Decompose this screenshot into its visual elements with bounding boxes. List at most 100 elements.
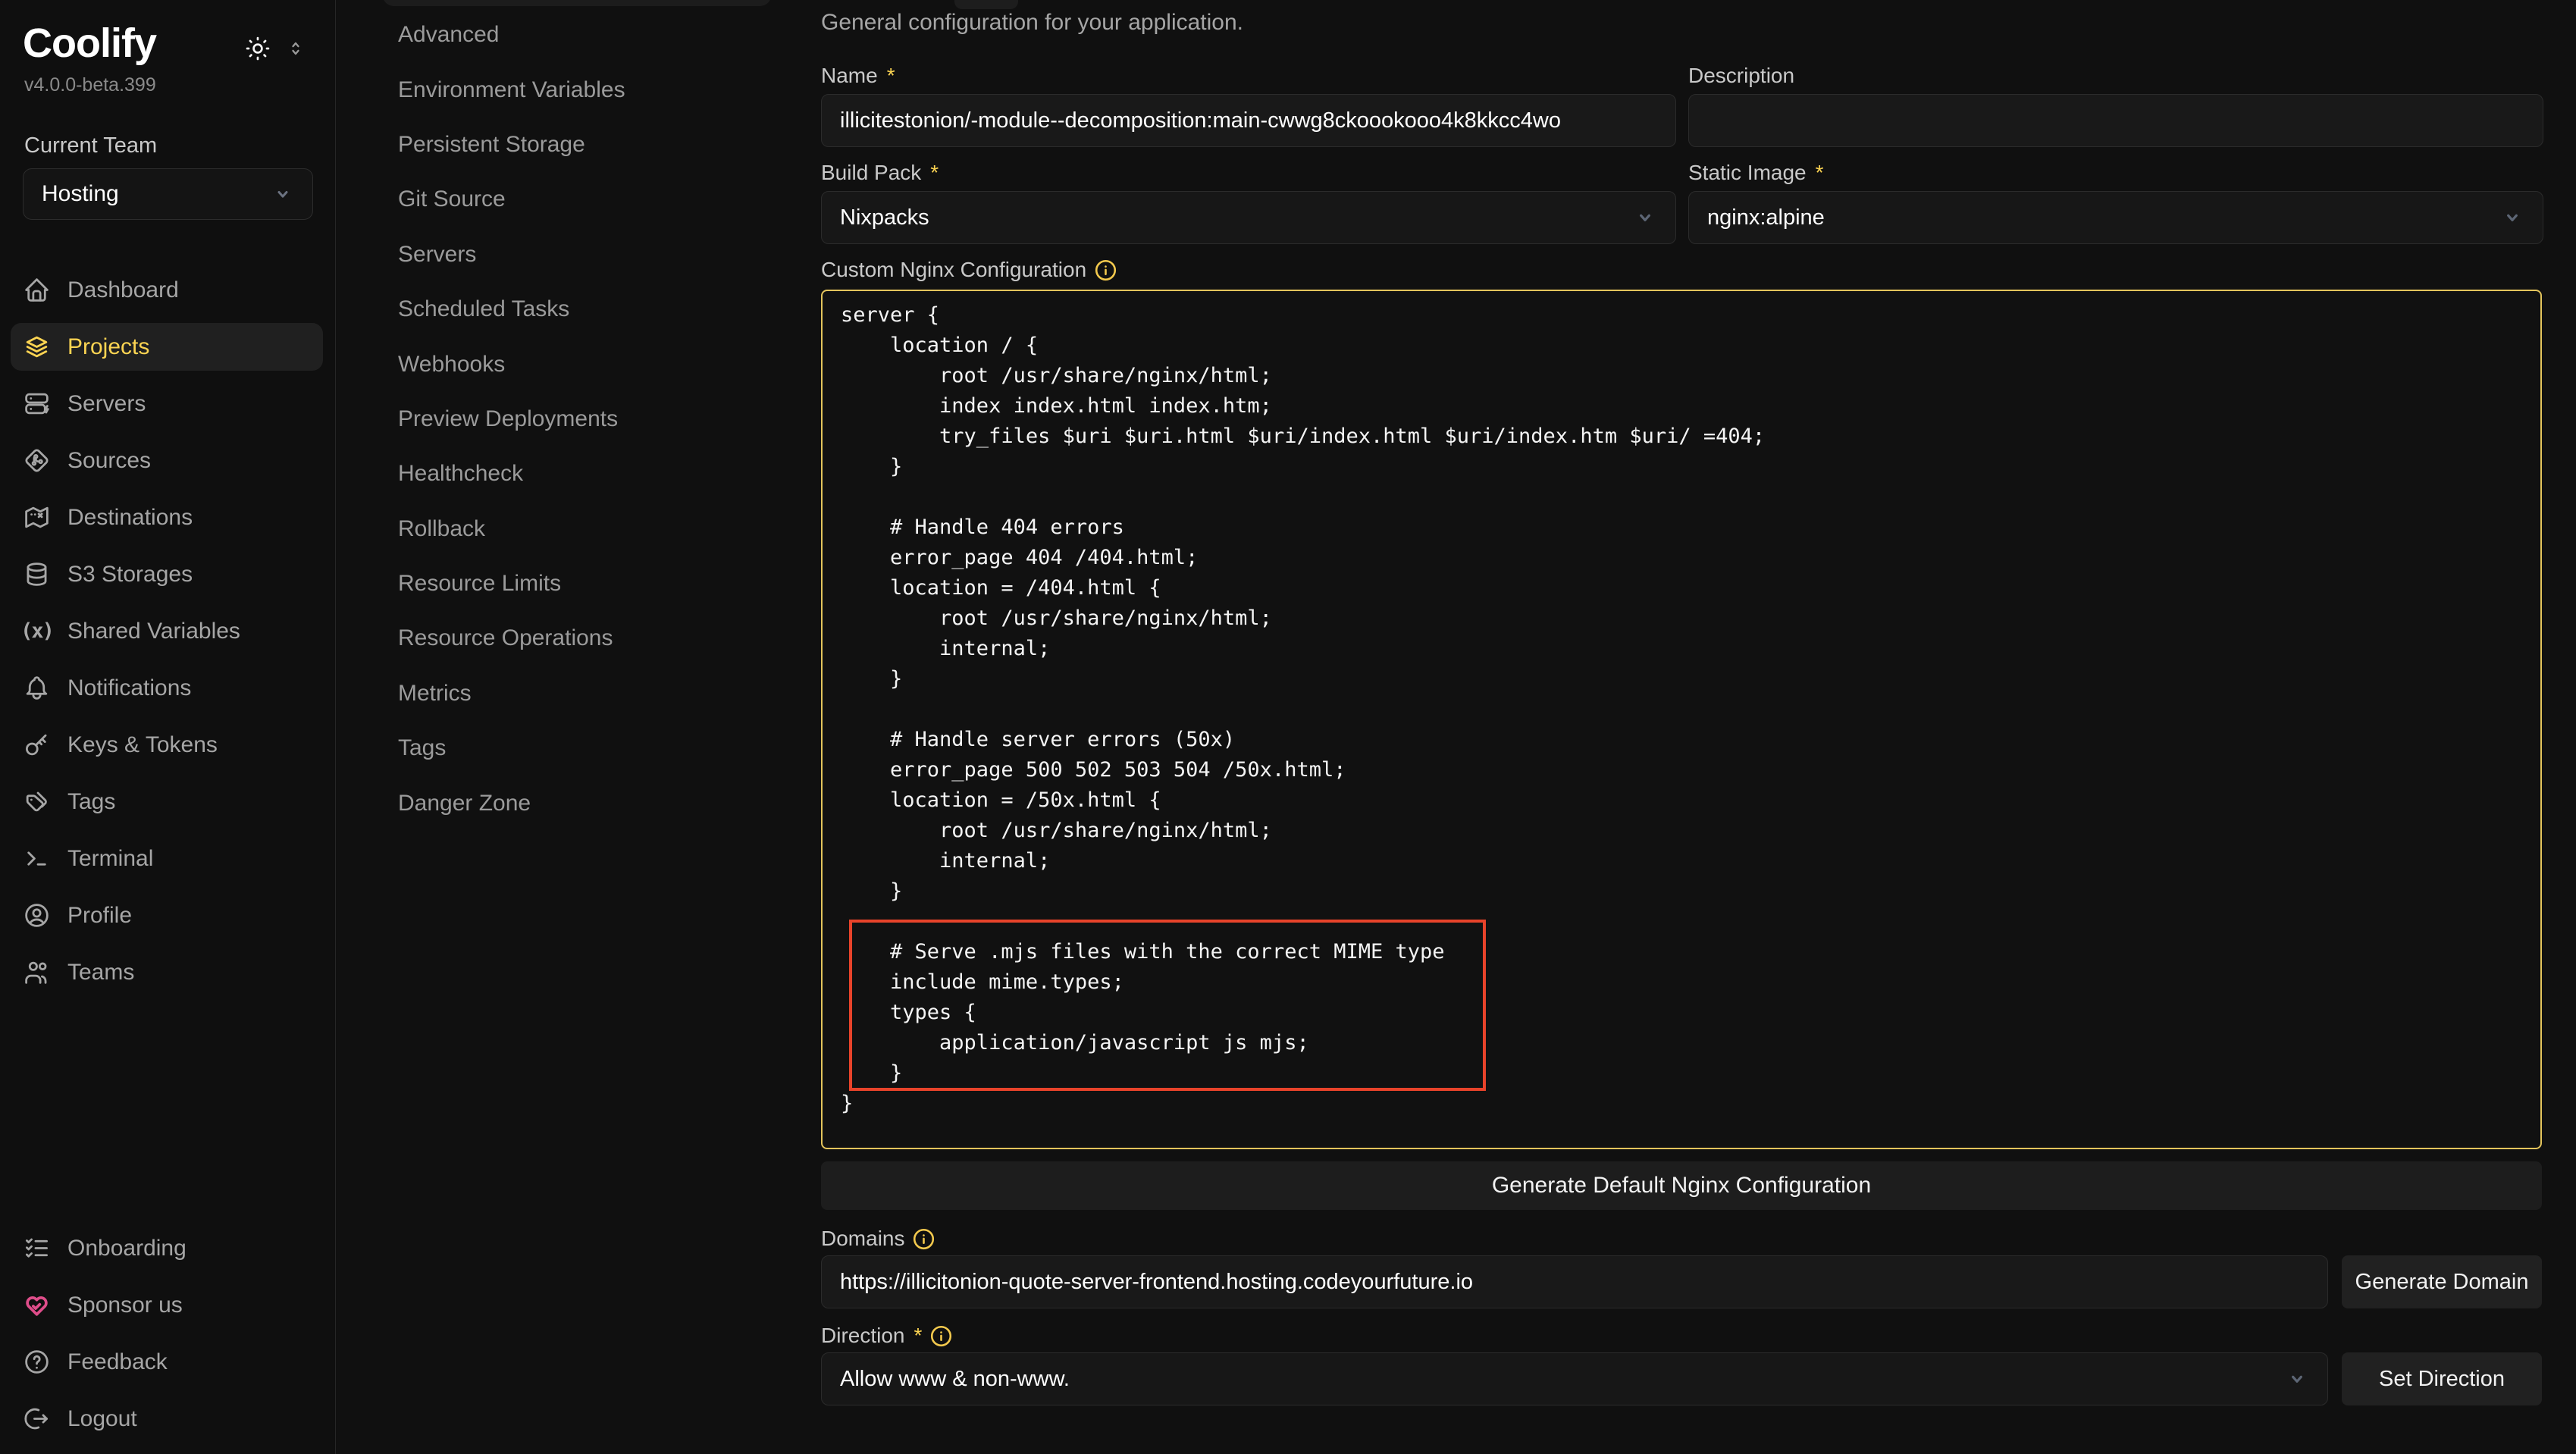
static-image-value: nginx:alpine <box>1707 205 1825 230</box>
sidebar-nav: Dashboard Projects Servers Sources Desti… <box>0 266 334 1005</box>
checklist-icon <box>23 1234 51 1262</box>
subnav-item-resource-limits[interactable]: Resource Limits <box>337 556 821 611</box>
sidebar-item-sources[interactable]: Sources <box>11 437 323 484</box>
name-input[interactable] <box>821 94 1676 147</box>
sidebar-item-label: Shared Variables <box>67 619 240 644</box>
team-select[interactable]: Hosting <box>23 168 313 220</box>
sidebar-item-label: Onboarding <box>67 1236 186 1261</box>
subnav-item-label: Resource Operations <box>398 625 613 651</box>
direction-value: Allow www & non-www. <box>840 1367 1070 1392</box>
sidebar-item-teams[interactable]: Teams <box>11 948 323 996</box>
layers-icon <box>23 333 51 361</box>
custom-nginx-label: Custom Nginx Configuration <box>821 253 1117 287</box>
subnav-item-healthcheck[interactable]: Healthcheck <box>337 447 821 501</box>
subnav-item-environment-variables[interactable]: Environment Variables <box>337 62 821 117</box>
server-icon <box>23 390 51 418</box>
description-label: Description <box>1688 59 2543 92</box>
sidebar-item-label: Sources <box>67 448 151 474</box>
sidebar-item-label: Destinations <box>67 505 193 531</box>
generate-domain-button[interactable]: Generate Domain <box>2342 1255 2542 1308</box>
sidebar-item-sponsor-us[interactable]: Sponsor us <box>11 1281 323 1329</box>
static-image-label: Static Image* <box>1688 156 2543 190</box>
subnav-item-label: Danger Zone <box>398 791 531 816</box>
subnav-item-webhooks[interactable]: Webhooks <box>337 337 821 391</box>
required-asterisk: * <box>914 1324 922 1348</box>
sidebar-item-tags[interactable]: Tags <box>11 778 323 826</box>
subnav-item-general-partial[interactable] <box>383 0 771 6</box>
subnav-item-label: Environment Variables <box>398 77 625 103</box>
static-image-select[interactable]: nginx:alpine <box>1688 191 2543 244</box>
app-version: v4.0.0-beta.399 <box>24 74 156 96</box>
domains-label: Domains <box>821 1222 935 1255</box>
info-icon[interactable] <box>1094 259 1117 282</box>
sidebar-item-destinations[interactable]: Destinations <box>11 494 323 541</box>
subnav-item-label: Preview Deployments <box>398 406 618 432</box>
terminal-icon <box>23 845 51 873</box>
home-icon <box>23 276 51 304</box>
team-select-value: Hosting <box>42 181 119 207</box>
subnav-item-preview-deployments[interactable]: Preview Deployments <box>337 392 821 447</box>
sidebar-item-label: Logout <box>67 1406 137 1432</box>
custom-nginx-config-editor[interactable]: server { location / { root /usr/share/ng… <box>821 290 2542 1149</box>
sidebar-item-notifications[interactable]: Notifications <box>11 664 323 712</box>
sidebar-item-s3-storages[interactable]: S3 Storages <box>11 550 323 598</box>
subnav-item-scheduled-tasks[interactable]: Scheduled Tasks <box>337 282 821 337</box>
sidebar-item-label: Projects <box>67 334 149 360</box>
subnav-item-metrics[interactable]: Metrics <box>337 666 821 721</box>
required-asterisk: * <box>887 64 895 88</box>
set-direction-button[interactable]: Set Direction <box>2342 1352 2542 1405</box>
subnav-item-servers[interactable]: Servers <box>337 227 821 282</box>
subnav-item-label: Rollback <box>398 516 485 542</box>
sidebar-item-profile[interactable]: Profile <box>11 892 323 939</box>
sidebar: Coolify v4.0.0-beta.399 Current Team Hos… <box>0 0 336 1454</box>
users-icon <box>23 958 51 986</box>
database-icon <box>23 560 51 588</box>
app-logo: Coolify <box>23 20 156 67</box>
bell-icon <box>23 674 51 702</box>
subnav-item-resource-operations[interactable]: Resource Operations <box>337 611 821 666</box>
subnav-item-label: Persistent Storage <box>398 132 585 158</box>
domains-input[interactable] <box>821 1255 2328 1308</box>
subnav-item-danger-zone[interactable]: Danger Zone <box>337 776 821 830</box>
sidebar-item-keys-tokens[interactable]: Keys & Tokens <box>11 721 323 769</box>
info-icon[interactable] <box>929 1324 953 1348</box>
subnav-item-advanced[interactable]: Advanced <box>337 8 821 62</box>
logout-icon <box>23 1405 51 1433</box>
direction-label: Direction* <box>821 1319 953 1352</box>
settings-subnav: Advanced Environment Variables Persisten… <box>337 0 821 1454</box>
description-input[interactable] <box>1688 94 2543 147</box>
build-pack-label: Build Pack* <box>821 156 1676 190</box>
build-pack-select[interactable]: Nixpacks <box>821 191 1676 244</box>
sidebar-item-feedback[interactable]: Feedback <box>11 1338 323 1386</box>
sidebar-item-logout[interactable]: Logout <box>11 1395 323 1443</box>
generate-default-nginx-configuration-button[interactable]: Generate Default Nginx Configuration <box>821 1161 2542 1210</box>
subnav-item-label: Git Source <box>398 186 506 212</box>
subnav-item-label: Metrics <box>398 681 472 707</box>
sidebar-item-projects[interactable]: Projects <box>11 323 323 371</box>
sidebar-item-servers[interactable]: Servers <box>11 380 323 428</box>
info-icon[interactable] <box>912 1227 935 1251</box>
user-circle-icon <box>23 901 51 929</box>
sun-icon[interactable] <box>244 35 271 62</box>
key-icon <box>23 731 51 759</box>
sidebar-item-dashboard[interactable]: Dashboard <box>11 266 323 314</box>
subnav-item-persistent-storage[interactable]: Persistent Storage <box>337 118 821 172</box>
direction-select[interactable]: Allow www & non-www. <box>821 1352 2328 1405</box>
nginx-config-code: server { location / { root /usr/share/ng… <box>823 291 2540 1119</box>
sidebar-item-onboarding[interactable]: Onboarding <box>11 1224 323 1272</box>
tags-icon <box>23 788 51 816</box>
sidebar-item-terminal[interactable]: Terminal <box>11 835 323 882</box>
required-asterisk: * <box>1816 161 1824 185</box>
subnav-item-rollback[interactable]: Rollback <box>337 502 821 556</box>
chevron-selector-icon[interactable] <box>285 38 306 59</box>
subnav-item-label: Servers <box>398 242 476 268</box>
subnav-item-label: Scheduled Tasks <box>398 296 569 322</box>
sidebar-item-label: S3 Storages <box>67 562 193 588</box>
parentheses-x-icon: (x) <box>23 617 51 645</box>
subnav-item-tags[interactable]: Tags <box>337 721 821 776</box>
sidebar-item-label: Servers <box>67 391 146 417</box>
sidebar-item-shared-variables[interactable]: (x) Shared Variables <box>11 607 323 655</box>
sidebar-item-label: Sponsor us <box>67 1293 183 1318</box>
subnav-item-label: Tags <box>398 735 446 761</box>
subnav-item-git-source[interactable]: Git Source <box>337 172 821 227</box>
